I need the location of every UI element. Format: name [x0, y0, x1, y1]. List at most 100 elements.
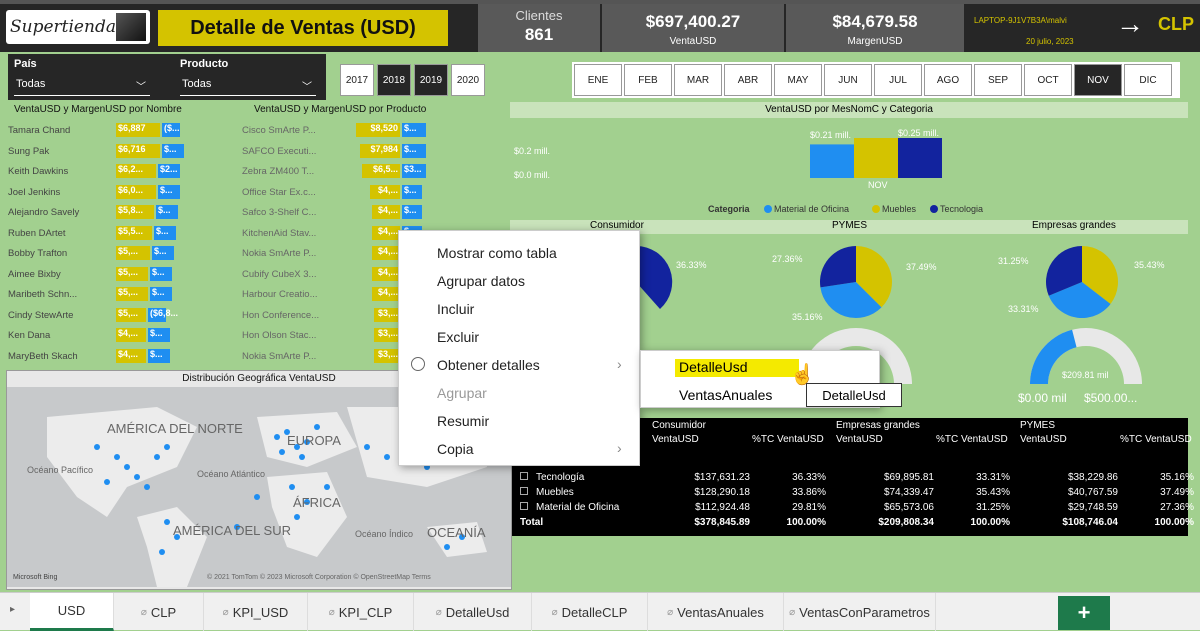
- currency-switch[interactable]: CLP: [1158, 14, 1194, 35]
- margen-bar[interactable]: $2...: [158, 164, 180, 178]
- margen-bar[interactable]: $...: [402, 143, 426, 158]
- menu-item-7[interactable]: Copia ›: [437, 440, 622, 457]
- map-point[interactable]: [364, 444, 370, 450]
- month-button-1[interactable]: FEB: [624, 64, 672, 96]
- menu-item-2[interactable]: Incluir: [437, 301, 474, 317]
- list-item[interactable]: Joel Jenkins $6,0... $... Office Star Ex.c.…: [8, 182, 488, 202]
- venta-bar[interactable]: $4,...: [116, 328, 146, 342]
- list-item[interactable]: Tamara Chand $6,887 ($... Cisco SmArte P...…: [8, 120, 488, 140]
- map-point[interactable]: [164, 444, 170, 450]
- map-point[interactable]: [114, 454, 120, 460]
- map-point[interactable]: [314, 424, 320, 430]
- map-point[interactable]: [164, 519, 170, 525]
- list-item[interactable]: Alejandro Savely $5,8... $... Safco 3-Shelf…: [8, 202, 488, 222]
- submenu-item-detalleusd[interactable]: DetalleUsd: [679, 359, 747, 375]
- month-button-6[interactable]: JUL: [874, 64, 922, 96]
- venta-bar[interactable]: $7,984: [360, 143, 400, 158]
- venta-bar[interactable]: $5,5...: [116, 225, 152, 240]
- venta-bar[interactable]: $3,...: [374, 328, 400, 342]
- table-row[interactable]: Material de Oficina: [520, 502, 619, 513]
- map-point[interactable]: [124, 464, 130, 470]
- month-button-5[interactable]: JUN: [824, 64, 872, 96]
- margen-bar[interactable]: ($...: [162, 123, 180, 137]
- venta-bar[interactable]: $5,8...: [116, 205, 154, 219]
- menu-item-3[interactable]: Excluir: [437, 329, 479, 345]
- map-point[interactable]: [254, 494, 260, 500]
- venta-bar[interactable]: $4,...: [372, 225, 400, 240]
- month-button-3[interactable]: ABR: [724, 64, 772, 96]
- venta-bar[interactable]: $3,...: [374, 348, 400, 363]
- arrow-right-icon[interactable]: →: [1116, 8, 1144, 40]
- margen-bar[interactable]: $...: [148, 328, 170, 342]
- venta-bar[interactable]: $4,...: [370, 184, 400, 199]
- menu-item-1[interactable]: Agrupar datos: [437, 273, 525, 289]
- margen-bar[interactable]: $...: [402, 184, 422, 199]
- tab-ventasanuales[interactable]: ⌀ VentasAnuales: [648, 593, 784, 631]
- map-point[interactable]: [134, 474, 140, 480]
- table-row[interactable]: Muebles: [520, 487, 574, 498]
- expand-icon[interactable]: [520, 487, 528, 495]
- tab-detalleusd[interactable]: ⌀ DetalleUsd: [414, 593, 532, 631]
- margen-bar[interactable]: $...: [148, 348, 170, 363]
- venta-bar[interactable]: $4,...: [372, 246, 400, 260]
- map-point[interactable]: [294, 514, 300, 520]
- legend-label[interactable]: Material de Oficina: [774, 204, 849, 214]
- legend-label[interactable]: Muebles: [882, 204, 917, 214]
- month-button-0[interactable]: ENE: [574, 64, 622, 96]
- filter-select[interactable]: Todas ﹀: [14, 78, 150, 96]
- venta-bar[interactable]: $5,...: [116, 287, 148, 301]
- margen-bar[interactable]: $3...: [402, 164, 426, 178]
- tab-ventasconparametros[interactable]: ⌀ VentasConParametros: [784, 593, 936, 631]
- month-button-10[interactable]: NOV: [1074, 64, 1122, 96]
- map-point[interactable]: [279, 449, 285, 455]
- expand-icon[interactable]: [520, 502, 528, 510]
- month-button-4[interactable]: MAY: [774, 64, 822, 96]
- margen-bar[interactable]: $...: [158, 184, 180, 199]
- margen-bar[interactable]: $...: [150, 287, 172, 301]
- add-page-button[interactable]: +: [1058, 596, 1110, 630]
- map-point[interactable]: [299, 454, 305, 460]
- map-point[interactable]: [384, 454, 390, 460]
- venta-bar[interactable]: $6,2...: [116, 164, 156, 178]
- year-button-3[interactable]: 2020: [451, 64, 485, 96]
- map-point[interactable]: [289, 484, 295, 490]
- menu-item-0[interactable]: Mostrar como tabla: [437, 245, 557, 261]
- margen-bar[interactable]: $...: [402, 205, 422, 219]
- margen-bar[interactable]: $...: [162, 143, 184, 158]
- bar-material-de-oficina[interactable]: [810, 144, 854, 178]
- margen-bar[interactable]: $...: [152, 246, 174, 260]
- margen-bar[interactable]: $...: [154, 225, 176, 240]
- map-point[interactable]: [159, 549, 165, 555]
- venta-bar[interactable]: $4,...: [372, 266, 400, 281]
- expand-icon[interactable]: [520, 472, 528, 480]
- venta-bar[interactable]: $5,...: [116, 266, 148, 281]
- submenu-item-ventasanuales[interactable]: VentasAnuales: [679, 387, 772, 403]
- list-item[interactable]: Sung Pak $6,716 $... SAFCO Executi... $7,984…: [8, 141, 488, 161]
- margen-bar[interactable]: $...: [150, 266, 172, 281]
- tab-clp[interactable]: ⌀ CLP: [114, 593, 204, 631]
- margen-bar[interactable]: $...: [156, 205, 178, 219]
- venta-bar[interactable]: $6,887: [116, 123, 160, 137]
- map-point[interactable]: [324, 484, 330, 490]
- list-item[interactable]: Keith Dawkins $6,2... $2... Zebra ZM400 T..…: [8, 161, 488, 181]
- venta-bar[interactable]: $3,...: [374, 307, 400, 322]
- month-button-2[interactable]: MAR: [674, 64, 722, 96]
- map-point[interactable]: [444, 544, 450, 550]
- month-button-8[interactable]: SEP: [974, 64, 1022, 96]
- map-point[interactable]: [154, 454, 160, 460]
- month-button-11[interactable]: DIC: [1124, 64, 1172, 96]
- tab-kpi_usd[interactable]: ⌀ KPI_USD: [204, 593, 308, 631]
- tab-detalleclp[interactable]: ⌀ DetalleCLP: [532, 593, 648, 631]
- venta-bar[interactable]: $8,520: [356, 123, 400, 137]
- venta-bar[interactable]: $5,...: [116, 246, 150, 260]
- tab-usd[interactable]: USD: [30, 593, 114, 631]
- venta-bar[interactable]: $4,...: [372, 205, 400, 219]
- margen-bar[interactable]: $...: [402, 123, 426, 137]
- map-point[interactable]: [274, 434, 280, 440]
- filter-pais[interactable]: País Todas ﹀: [8, 54, 158, 100]
- menu-item-6[interactable]: Resumir: [437, 413, 489, 429]
- tab-scroll-icon[interactable]: ▸: [10, 604, 15, 615]
- month-button-9[interactable]: OCT: [1024, 64, 1072, 96]
- filter-producto[interactable]: Producto Todas ﹀: [174, 54, 324, 100]
- year-button-1[interactable]: 2018: [377, 64, 411, 96]
